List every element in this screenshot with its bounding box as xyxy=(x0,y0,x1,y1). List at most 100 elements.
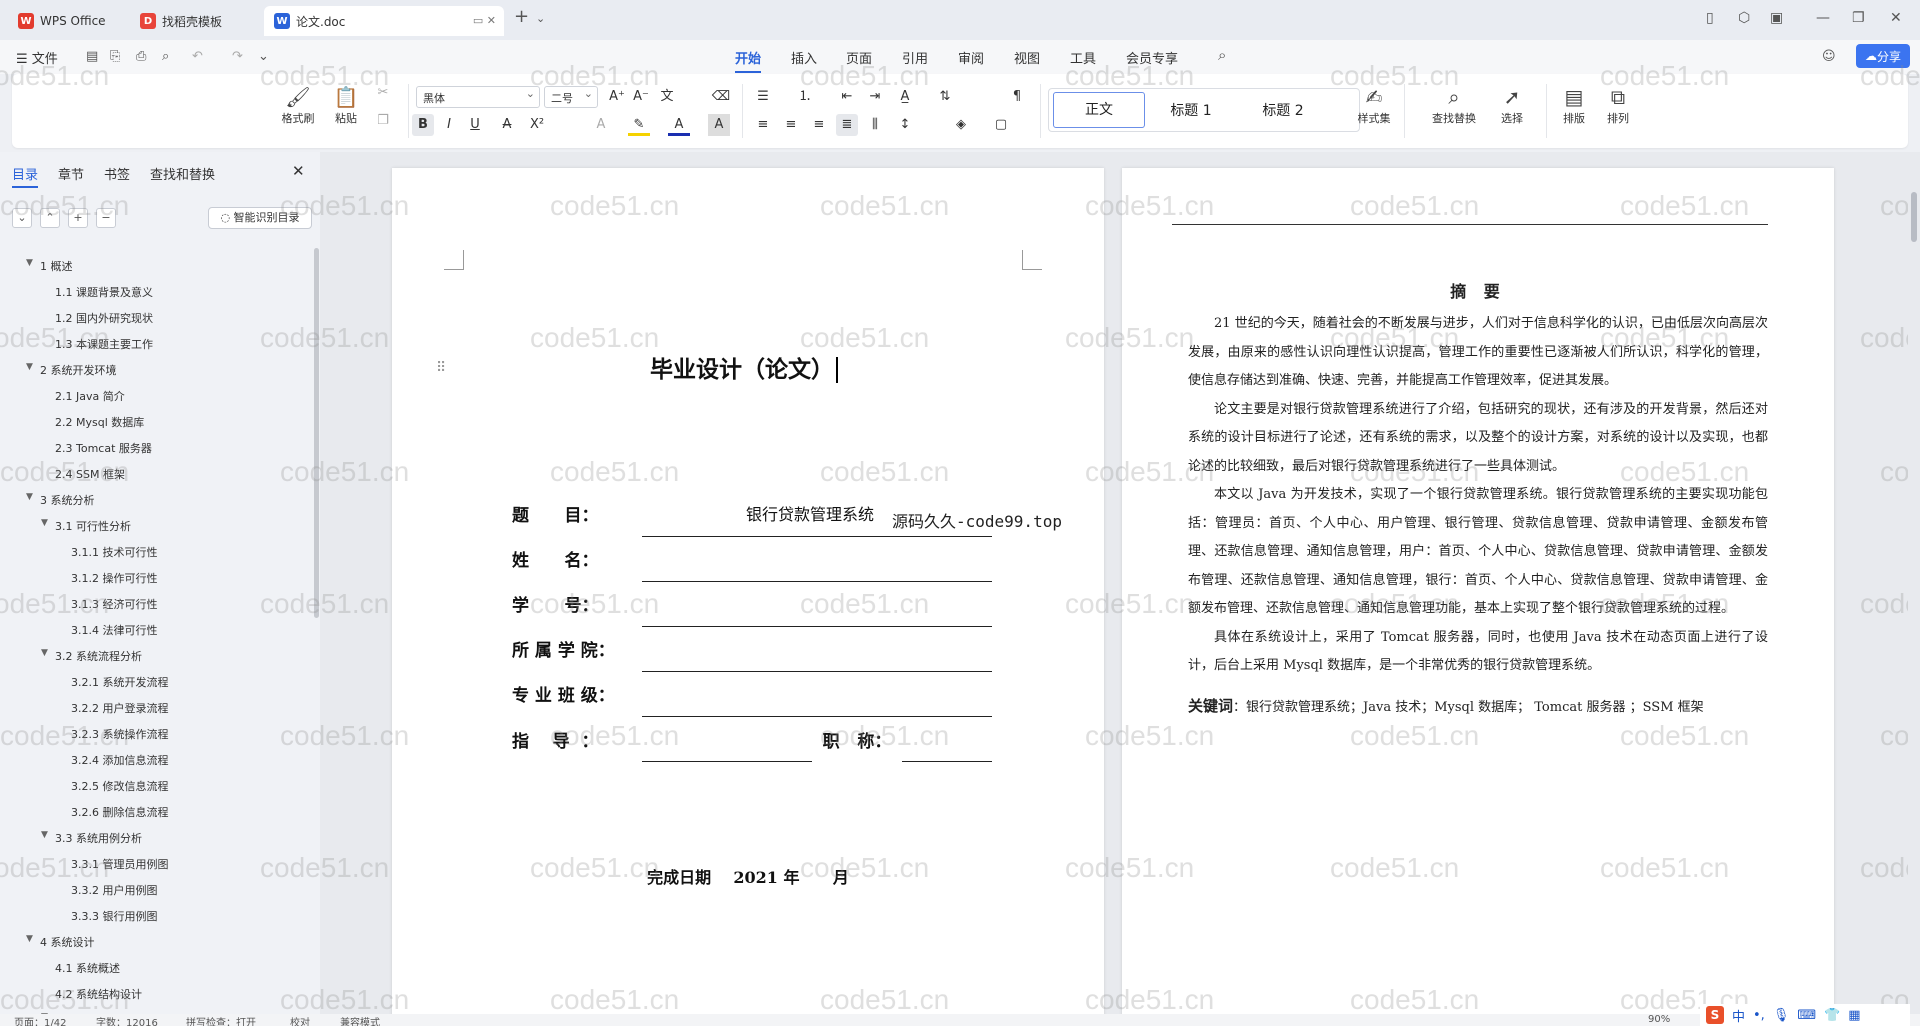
toc-item[interactable]: ▼ 2 系统开发环境 xyxy=(26,362,117,378)
phonetic-icon[interactable]: 文 xyxy=(656,86,678,108)
toc-item[interactable]: 1.1 课题背景及意义 xyxy=(55,284,153,300)
toc-item[interactable]: 3.2.4 添加信息流程 xyxy=(71,752,169,768)
undo-icon[interactable]: ↶ xyxy=(192,49,203,64)
chat-icon[interactable]: ☺ xyxy=(1822,49,1836,64)
text-effect-icon[interactable]: A xyxy=(590,114,612,136)
expand-arrow-icon[interactable]: ▼ xyxy=(26,362,33,372)
justify-icon[interactable]: ≣ xyxy=(836,114,858,136)
toc-item[interactable]: 3.3.3 银行用例图 xyxy=(71,908,158,924)
bold-icon[interactable]: B xyxy=(412,114,434,136)
shading-icon[interactable]: ◈ xyxy=(950,114,972,136)
toc-item[interactable]: 2.3 Tomcat 服务器 xyxy=(55,440,152,456)
sidebar-toggle-icon[interactable]: ▯ xyxy=(1706,10,1714,26)
menu-page[interactable]: 页面 xyxy=(846,48,872,67)
tab-find-replace[interactable]: 查找和替换 xyxy=(150,164,215,183)
minimize-icon[interactable]: — xyxy=(1816,10,1830,26)
file-menu[interactable]: ☰ 文件 xyxy=(16,48,58,67)
increase-indent-icon[interactable]: ⇥ xyxy=(864,86,886,108)
expand-arrow-icon[interactable]: ▼ xyxy=(41,830,48,840)
toc-item[interactable]: 4.2 系统结构设计 xyxy=(55,986,142,1002)
font-name-select[interactable]: 黑体 xyxy=(416,86,540,108)
toc-item[interactable]: 2.2 Mysql 数据库 xyxy=(55,414,144,430)
abstract-page[interactable]: 摘 要 21 世纪的今天，随着社会的不断发展与进步，人们对于信息科学化的认识，已… xyxy=(1122,168,1834,1026)
menu-home[interactable]: 开始 xyxy=(735,48,762,73)
toc-item[interactable]: 3.3.1 管理员用例图 xyxy=(71,856,169,872)
toc-item[interactable]: 3.2.5 修改信息流程 xyxy=(71,778,169,794)
add-heading-icon[interactable]: + xyxy=(68,208,88,228)
advisor-value[interactable] xyxy=(642,716,812,762)
search-icon[interactable]: ⌕ xyxy=(1218,46,1226,64)
redo-icon[interactable]: ↷ xyxy=(232,49,243,64)
spell-check-status[interactable]: 拼写检查：打开 xyxy=(186,1014,256,1026)
expand-arrow-icon[interactable]: ▼ xyxy=(26,492,33,502)
tab-wps-office[interactable]: W WPS Office xyxy=(8,6,120,36)
find-replace-button[interactable]: ⌕ 查找替换 xyxy=(1424,84,1484,126)
ime-toolbar[interactable]: S 中 •, 🎙 ⌨ 👕 ▦ xyxy=(1700,1004,1910,1026)
clear-format-icon[interactable]: ⌫ xyxy=(710,86,732,108)
print-icon[interactable]: ⎙ xyxy=(136,49,146,64)
ime-punctuation[interactable]: •, xyxy=(1753,1008,1765,1023)
toc-item[interactable]: 3.2.2 用户登录流程 xyxy=(71,700,169,716)
superscript-icon[interactable]: X² xyxy=(526,114,548,136)
distribute-icon[interactable]: ⫼ xyxy=(864,114,886,136)
collapse-all-icon[interactable]: ⌄ xyxy=(12,208,32,228)
export-pdf-icon[interactable]: ⎘ xyxy=(110,49,120,64)
close-window-icon[interactable]: ✕ xyxy=(1890,10,1902,26)
expand-arrow-icon[interactable]: ▼ xyxy=(26,934,33,944)
arrange-button[interactable]: ⧉ 排列 xyxy=(1598,84,1638,126)
toc-item[interactable]: 3.2.3 系统操作流程 xyxy=(71,726,169,742)
toc-item[interactable]: ▼ 1 概述 xyxy=(26,258,73,274)
toc-item[interactable]: ▼ 3.2 系统流程分析 xyxy=(41,648,142,664)
expand-arrow-icon[interactable]: ▼ xyxy=(41,648,48,658)
tab-close-icon[interactable]: ▭ ✕ xyxy=(473,14,496,27)
decrease-indent-icon[interactable]: ⇤ xyxy=(836,86,858,108)
tab-docer-templates[interactable]: D 找稻壳模板 xyxy=(130,6,256,36)
style-set-button[interactable]: ✍ 样式集 xyxy=(1352,84,1396,126)
menu-view[interactable]: 视图 xyxy=(1014,48,1040,67)
more-chevron-icon[interactable]: ⌄ xyxy=(258,49,269,64)
line-spacing-icon[interactable]: ↕ xyxy=(894,114,916,136)
align-center-icon[interactable]: ≡ xyxy=(780,114,802,136)
cover-field-value[interactable] xyxy=(642,581,992,627)
toc-item[interactable]: 4.1 系统概述 xyxy=(55,960,120,976)
menu-insert[interactable]: 插入 xyxy=(791,48,817,67)
highlight-icon[interactable]: ✎ xyxy=(628,114,650,136)
ime-language[interactable]: 中 xyxy=(1732,1006,1745,1025)
keyboard-icon[interactable]: ⌨ xyxy=(1797,1008,1816,1023)
toc-item[interactable]: 3.3.2 用户用例图 xyxy=(71,882,158,898)
style-heading-2[interactable]: 标题 2 xyxy=(1237,100,1329,120)
remove-heading-icon[interactable]: − xyxy=(96,208,116,228)
menu-references[interactable]: 引用 xyxy=(902,48,928,67)
select-button[interactable]: ➚ 选择 xyxy=(1492,84,1532,126)
toc-item[interactable]: 2.1 Java 简介 xyxy=(55,388,125,404)
tab-document[interactable]: W 论文.doc ▭ ✕ xyxy=(264,6,504,36)
cut-icon[interactable]: ✂ xyxy=(372,82,394,104)
proofread-status[interactable]: 校对 xyxy=(290,1014,310,1026)
borders-icon[interactable]: ▢ xyxy=(990,114,1012,136)
skin-icon[interactable]: 👕 xyxy=(1824,1008,1840,1023)
shrink-font-icon[interactable]: A⁻ xyxy=(630,86,652,108)
microphone-icon[interactable]: 🎙 xyxy=(1773,1008,1790,1023)
toc-item[interactable]: 3.2.6 删除信息流程 xyxy=(71,804,169,820)
toc-item[interactable]: ▼ 3.3 系统用例分析 xyxy=(41,830,142,846)
toc-item[interactable]: 3.1.4 法律可行性 xyxy=(71,622,158,638)
tab-chapters[interactable]: 章节 xyxy=(58,164,84,183)
numbered-list-icon[interactable]: ⒈ xyxy=(794,86,816,108)
paste-button[interactable]: 📋 粘贴 xyxy=(326,84,366,126)
menu-tools[interactable]: 工具 xyxy=(1070,48,1096,67)
nav-scrollbar[interactable] xyxy=(314,248,319,618)
toc-item[interactable]: 1.2 国内外研究现状 xyxy=(55,310,153,326)
toc-item[interactable]: 3.2.1 系统开发流程 xyxy=(71,674,169,690)
align-right-icon[interactable]: ≡ xyxy=(808,114,830,136)
expand-arrow-icon[interactable]: ▼ xyxy=(26,258,33,268)
sort-icon[interactable]: ⇅ xyxy=(934,86,956,108)
restore-icon[interactable]: ❐ xyxy=(1852,10,1865,26)
italic-icon[interactable]: I xyxy=(438,114,460,136)
copy-icon[interactable]: ❐ xyxy=(372,110,394,132)
save-icon[interactable]: ▤ xyxy=(86,49,98,64)
toc-item[interactable]: 2.4 SSM 框架 xyxy=(55,466,125,482)
scroll-thumb[interactable] xyxy=(1911,192,1917,242)
show-marks-icon[interactable]: ¶ xyxy=(1006,86,1028,108)
toc-item[interactable]: ▼ 3.1 可行性分析 xyxy=(41,518,131,534)
page-count[interactable]: 页面：1/42 xyxy=(14,1014,66,1026)
